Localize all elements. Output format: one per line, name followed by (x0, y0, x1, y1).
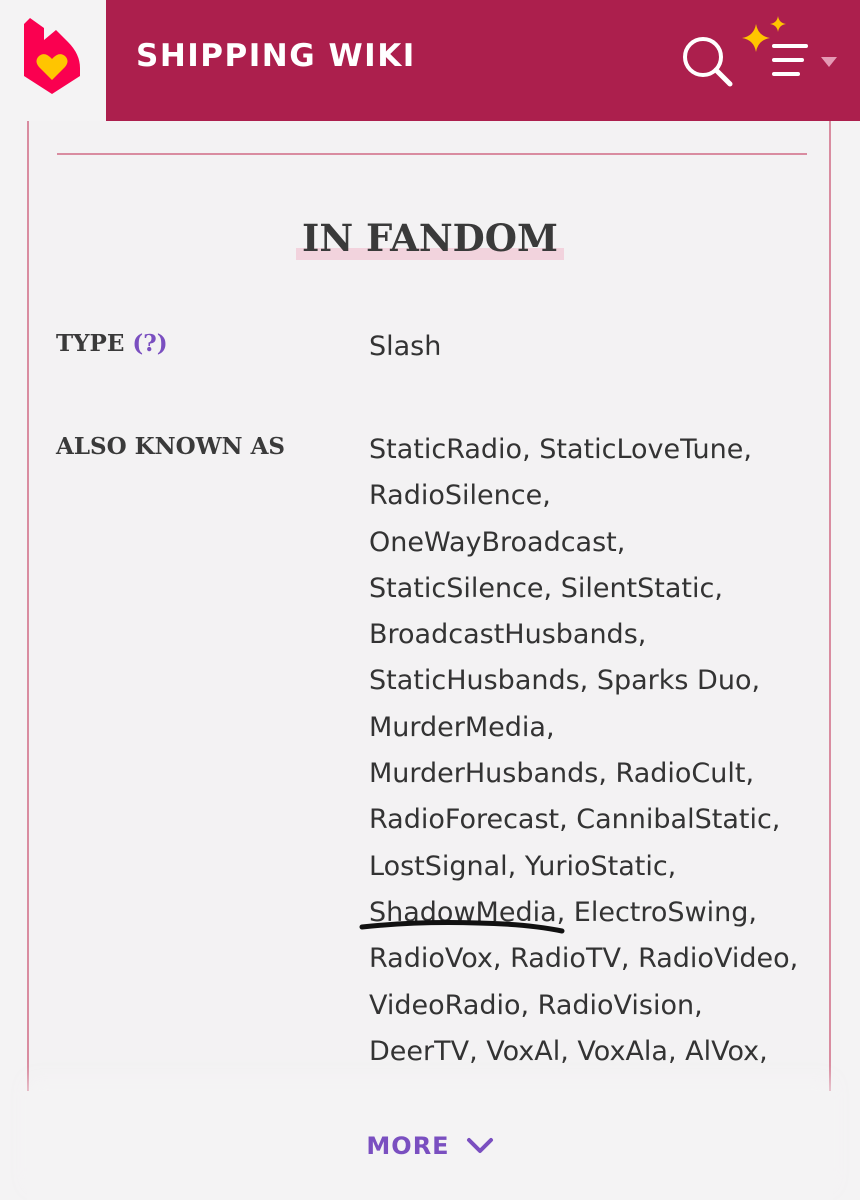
fandom-logo[interactable] (0, 0, 106, 121)
aka-line: RadioForecast, CannibalStatic, (369, 804, 781, 836)
aka-line: RadioSilence, (369, 480, 551, 512)
type-label: TYPE (?) (56, 330, 168, 357)
more-label: MORE (366, 1131, 450, 1160)
aka-label: ALSO KNOWN AS (56, 433, 286, 460)
aka-line: OneWayBroadcast, (369, 526, 626, 558)
aka-line: LostSignal, YurioStatic, (369, 850, 677, 882)
section-heading-text: IN FANDOM (296, 216, 564, 260)
aka-line: BroadcastHusbands, (369, 619, 647, 651)
top-navigation-bar: SHIPPING WIKI (0, 0, 860, 121)
aka-value-list: StaticRadio, StaticLoveTune, RadioSilence… (369, 427, 819, 1075)
hamburger-menu-icon[interactable] (770, 42, 810, 78)
aka-line: StaticSilence, SilentStatic, (369, 572, 723, 604)
caret-down-icon[interactable] (820, 56, 838, 68)
aka-line: VideoRadio, RadioVision, (369, 989, 703, 1021)
section-heading: IN FANDOM (0, 216, 860, 260)
more-button[interactable]: MORE (27, 1091, 833, 1200)
type-help-link[interactable]: (?) (132, 330, 167, 357)
aka-line: MurderMedia, (369, 711, 555, 743)
type-value: Slash (369, 331, 442, 362)
type-label-text: TYPE (56, 330, 125, 357)
fandom-flame-heart-icon (24, 18, 80, 94)
wiki-title[interactable]: SHIPPING WIKI (136, 38, 416, 74)
aka-line: MurderHusbands, RadioCult, (369, 758, 755, 790)
handwritten-underline-mark (359, 920, 565, 934)
aka-line: StaticHusbands, Sparks Duo, (369, 665, 761, 697)
chevron-down-icon (466, 1137, 493, 1153)
aka-line: DeerTV, VoxAl, VoxAla, AlVox, (369, 1035, 768, 1067)
aka-line: StaticRadio, StaticLoveTune, (369, 434, 752, 465)
search-icon[interactable] (680, 34, 734, 88)
infobox-divider (57, 153, 807, 155)
aka-line: RadioVox, RadioTV, RadioVideo, (369, 943, 799, 975)
more-bar: MORE (27, 1091, 833, 1200)
